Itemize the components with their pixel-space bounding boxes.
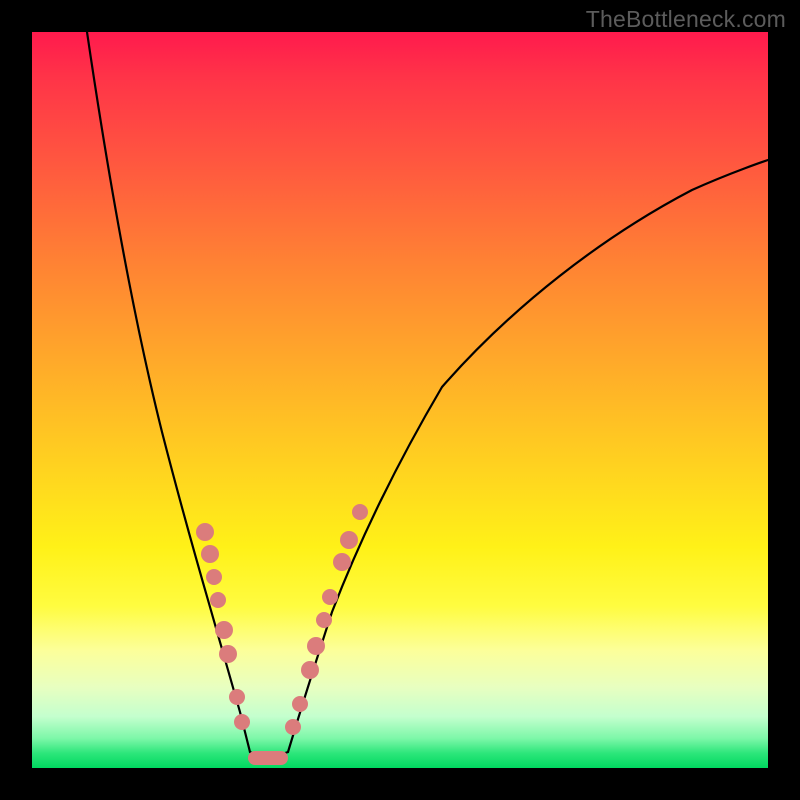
marker-dot <box>196 523 214 541</box>
marker-dot <box>352 504 368 520</box>
curve-left-branch <box>87 32 250 752</box>
marker-dot <box>285 719 301 735</box>
marker-dot <box>292 696 308 712</box>
marker-dot <box>340 531 358 549</box>
marker-dot <box>201 545 219 563</box>
watermark-text: TheBottleneck.com <box>586 6 786 33</box>
marker-dot <box>206 569 222 585</box>
marker-dot <box>219 645 237 663</box>
marker-dot <box>210 592 226 608</box>
curve-right-branch <box>288 160 768 752</box>
marker-dot <box>234 714 250 730</box>
valley-base-marker <box>248 751 288 765</box>
marker-dot <box>301 661 319 679</box>
chart-frame <box>32 32 768 768</box>
marker-group <box>196 504 368 735</box>
marker-dot <box>215 621 233 639</box>
marker-dot <box>229 689 245 705</box>
marker-dot <box>322 589 338 605</box>
bottleneck-curve <box>32 32 768 768</box>
curve-valley-floor <box>250 752 288 756</box>
marker-dot <box>307 637 325 655</box>
marker-dot <box>333 553 351 571</box>
marker-dot <box>316 612 332 628</box>
